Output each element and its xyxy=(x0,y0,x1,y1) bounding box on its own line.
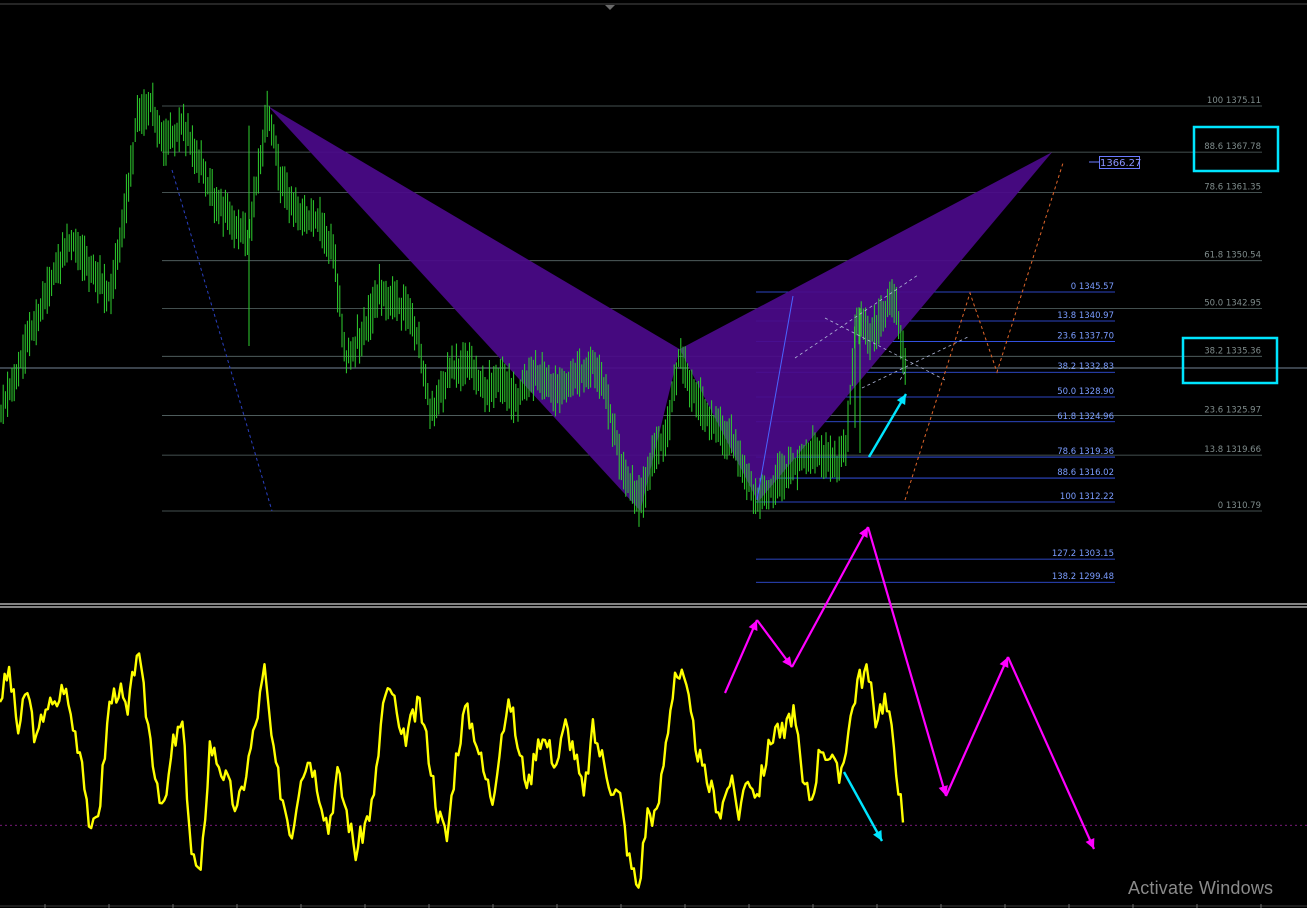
trading-chart: 100 1375.11 88.6 1367.78 78.6 1361.35 61.8 … xyxy=(0,0,1307,908)
scroll-marker-icon[interactable] xyxy=(605,5,615,10)
fib-secondary-label: 0 1345.57 xyxy=(1071,282,1114,292)
magenta-arrow-1-shaft xyxy=(723,619,759,694)
fib-main-label: 88.6 1367.78 xyxy=(1204,142,1261,152)
magenta-arrow-1[interactable] xyxy=(723,619,759,694)
trend-line-dashed[interactable] xyxy=(171,169,273,512)
fib-secondary-label: 38.2 1332.83 xyxy=(1057,362,1114,372)
price-tag[interactable]: 1366.27 xyxy=(1099,156,1141,169)
magenta-arrow-4[interactable] xyxy=(866,526,948,797)
cyan-arrow-up-shaft xyxy=(867,393,908,458)
highlight-box-lower[interactable] xyxy=(1181,336,1279,385)
fib-main-label: 0 1310.79 xyxy=(1218,501,1261,511)
fib-main-label: 78.6 1361.35 xyxy=(1204,183,1261,193)
cyan-arrow-up[interactable] xyxy=(867,393,908,458)
cyan-arrow-down-shaft xyxy=(842,771,884,842)
chart-annotations xyxy=(171,125,1280,850)
magenta-arrow-6[interactable] xyxy=(1006,656,1096,850)
cyan-arrow-down[interactable] xyxy=(842,771,884,842)
fib-secondary-label: 61.8 1324.96 xyxy=(1057,412,1114,422)
fib-secondary-label: 138.2 1299.48 xyxy=(1052,572,1114,582)
magenta-arrow-5[interactable] xyxy=(944,656,1010,797)
chart-canvas: 100 1375.11 88.6 1367.78 78.6 1361.35 61.8 … xyxy=(0,3,1307,908)
magenta-arrow-3-shaft xyxy=(791,526,869,668)
fib-secondary-label: 100 1312.22 xyxy=(1060,492,1114,502)
fib-secondary-label: 88.6 1316.02 xyxy=(1057,468,1114,478)
magenta-arrow-5-shaft xyxy=(944,656,1010,797)
oscillator-panel xyxy=(0,652,1307,908)
magenta-arrow-2[interactable] xyxy=(756,619,793,668)
fib-secondary-label: 127.2 1303.15 xyxy=(1052,549,1114,559)
activate-windows-watermark: Activate Windows xyxy=(1128,878,1274,898)
oscillator-line[interactable] xyxy=(0,652,905,889)
fib-secondary-label: 13.8 1340.97 xyxy=(1057,311,1114,321)
fib-secondary-label: 50.0 1328.90 xyxy=(1057,387,1114,397)
fib-main-label: 50.0 1342.95 xyxy=(1204,299,1261,309)
magenta-arrow-6-shaft xyxy=(1006,656,1096,850)
fib-main-label: 13.8 1319.66 xyxy=(1204,445,1261,455)
fib-main-label: 38.2 1335.36 xyxy=(1204,346,1261,356)
magenta-arrow-3[interactable] xyxy=(791,526,869,668)
fib-secondary-label: 23.6 1337.70 xyxy=(1057,332,1114,342)
fib-main-label: 61.8 1350.54 xyxy=(1204,251,1261,261)
magenta-arrow-4-shaft xyxy=(866,526,948,797)
fib-secondary-label: 78.6 1319.36 xyxy=(1057,447,1114,457)
fib-main-label: 100 1375.11 xyxy=(1207,96,1261,106)
fib-main-label: 23.6 1325.97 xyxy=(1204,405,1261,415)
arrowhead-icon xyxy=(782,656,792,667)
